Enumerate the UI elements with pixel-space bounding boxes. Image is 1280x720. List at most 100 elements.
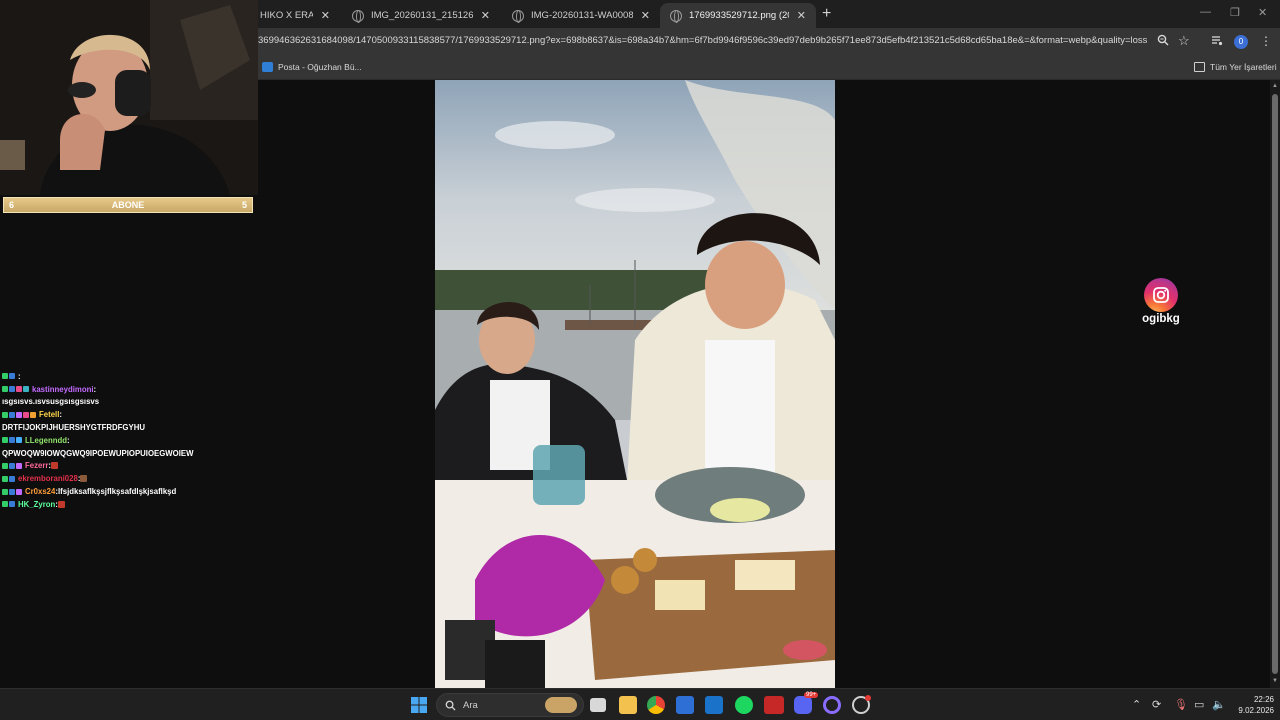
folder-icon — [1194, 62, 1205, 72]
chat-badge-icon — [2, 386, 8, 393]
tab-active-image[interactable]: 1769933529712.png (200×350) ✕ — [660, 3, 816, 28]
tab-img-2[interactable]: IMG-20260131-WA0008.jpg (6 ✕ — [502, 3, 660, 28]
subscriber-goal-left: 6 — [9, 200, 15, 210]
chat-badge-icon — [16, 488, 22, 495]
chat-message: DRTFIJOKPIJHUERSHYGTFRDFGYHU — [2, 421, 252, 434]
chat-badge-icon — [2, 488, 8, 495]
chat-username[interactable]: kastinneydimoni — [32, 385, 94, 394]
bookmark-star-icon[interactable]: ☆ — [1178, 33, 1190, 49]
chat-username[interactable]: LLegenndd — [25, 436, 67, 445]
tab-hiko[interactable]: HIKO X ERAY067 ✕ — [248, 3, 340, 28]
close-window-icon[interactable]: ✕ — [1258, 6, 1267, 19]
scroll-up-icon[interactable]: ▲ — [1272, 83, 1278, 89]
close-tab-icon[interactable]: ✕ — [641, 9, 650, 22]
bookmark-mail-label: Posta - Oğuzhan Bü... — [278, 62, 362, 72]
file-explorer-icon[interactable] — [619, 696, 637, 714]
chat-badge-icon — [16, 411, 22, 418]
close-tab-icon[interactable]: ✕ — [321, 9, 330, 22]
chat-message: Cr0xs24 : lfsjdksaflkşsjflkşsafdlşkjsafl… — [2, 485, 252, 498]
chat-text: ısgsısvs.ısvsusgsısgsısvs — [2, 397, 100, 407]
chat-username[interactable]: Cr0xs24 — [25, 487, 55, 496]
clock-time: 22:26 — [1253, 695, 1274, 704]
chat-message: kastinneydimoni : — [2, 383, 252, 396]
chat-badge-icon — [23, 411, 29, 418]
discord-icon[interactable]: 99+ — [794, 692, 819, 714]
bookmark-mail[interactable]: Posta - Oğuzhan Bü... — [262, 62, 362, 72]
task-view-icon[interactable] — [590, 698, 606, 712]
chat-text: DRTFIJOKPIJHUERSHYGTFRDFGYHU — [2, 423, 145, 433]
chat-message: Fetell : — [2, 408, 252, 421]
sync-icon[interactable]: ⟳ — [1152, 698, 1161, 711]
new-tab-button[interactable]: + — [822, 5, 831, 23]
chat-username[interactable]: Fezerr — [25, 461, 48, 470]
chat-message: QPWOQW9IOWQGWQ9IPOEWUPIOPUIOEGWOIEW — [2, 447, 252, 460]
chat-badge-icon — [9, 411, 15, 418]
media-control-icon[interactable] — [1211, 34, 1223, 49]
scroll-down-icon[interactable]: ▼ — [1272, 678, 1278, 684]
url-field[interactable]: 369946362631684098/1470500933115838577/1… — [258, 35, 1148, 46]
chat-badge-icon — [9, 488, 15, 495]
store-icon[interactable] — [676, 696, 694, 714]
chat-separator: : — [67, 435, 70, 445]
chat-text: QPWOQW9IOWQGWQ9IPOEWUPIOPUIOEGWOIEW — [2, 448, 194, 458]
zoom-icon[interactable] — [1157, 34, 1169, 49]
chat-badge-icon — [23, 386, 29, 393]
chat-badge-icon — [2, 373, 8, 380]
scrollbar-thumb[interactable] — [1272, 94, 1278, 674]
close-tab-icon[interactable]: ✕ — [797, 9, 806, 22]
displayed-photo — [435, 80, 835, 688]
chat-badges — [2, 437, 22, 444]
chat-emote-icon — [51, 462, 59, 470]
chat-badges — [2, 386, 29, 393]
chat-badge-icon — [16, 386, 22, 393]
microphone-icon[interactable]: 🎙 — [1174, 698, 1188, 711]
close-tab-icon[interactable]: ✕ — [481, 9, 490, 22]
chat-badge-icon — [9, 475, 15, 482]
chat-badge-icon — [30, 411, 36, 418]
globe-icon — [352, 9, 364, 23]
voicemod-icon[interactable] — [764, 696, 784, 714]
chat-badges — [2, 462, 22, 469]
vertical-scrollbar[interactable]: ▲ ▼ — [1270, 80, 1280, 688]
taskbar-clock[interactable]: 22:26 9.02.2026 — [1228, 694, 1274, 716]
tab-title: IMG_20260131_215126_552.w — [371, 10, 473, 21]
chat-badge-icon — [9, 386, 15, 393]
chat-badge-icon — [9, 373, 15, 380]
chat-message: ekremborani028 : — [2, 472, 252, 485]
bookmark-all-label: Tüm Yer İşaretleri — [1210, 62, 1277, 72]
stream-chat: : kastinneydimoni : ısgsısvs.ısvsusgsısg… — [2, 370, 252, 511]
chat-message: Fezerr : — [2, 460, 252, 473]
instagram-handle: ogibkg — [1142, 313, 1180, 325]
photo-image — [435, 80, 835, 688]
spotify-icon[interactable] — [735, 696, 753, 714]
chat-message: : — [2, 370, 252, 383]
chat-username[interactable]: Fetell — [39, 410, 59, 419]
windows-start-icon[interactable] — [410, 696, 428, 714]
chat-badges — [2, 488, 22, 495]
chat-badges — [2, 501, 15, 508]
taskbar-search[interactable]: Ara — [436, 693, 584, 717]
discord-badge: 99+ — [804, 692, 819, 698]
display-icon[interactable]: ▭ — [1194, 698, 1204, 711]
minimize-icon[interactable]: — — [1200, 6, 1211, 18]
chat-username[interactable]: ekremborani028 — [18, 474, 78, 483]
obs-icon[interactable] — [823, 696, 841, 714]
chat-separator: : — [59, 410, 62, 420]
menu-kebab-icon[interactable]: ⋮ — [1260, 34, 1272, 48]
chat-badge-icon — [2, 501, 8, 508]
profile-avatar[interactable]: 0 — [1234, 35, 1248, 49]
outlook-icon[interactable] — [705, 696, 723, 714]
clock-date: 9.02.2026 — [1238, 706, 1274, 715]
restore-icon[interactable]: ❐ — [1230, 6, 1240, 19]
tab-title: IMG-20260131-WA0008.jpg (6 — [531, 10, 633, 21]
chrome-icon[interactable] — [647, 696, 665, 714]
tray-chevron-icon[interactable]: ⌃ — [1132, 698, 1141, 711]
chat-message: ısgsısvs.ısvsusgsısgsısvs — [2, 396, 252, 409]
app-icon[interactable] — [852, 695, 871, 714]
bookmark-all[interactable]: Tüm Yer İşaretleri — [1194, 62, 1277, 72]
webcam-overlay — [0, 0, 258, 195]
search-label: Ara — [463, 699, 478, 711]
tab-img-1[interactable]: IMG_20260131_215126_552.w ✕ — [342, 3, 500, 28]
volume-icon[interactable]: 🔈 — [1212, 698, 1226, 711]
chat-username[interactable]: HK_Zyron — [18, 500, 55, 509]
